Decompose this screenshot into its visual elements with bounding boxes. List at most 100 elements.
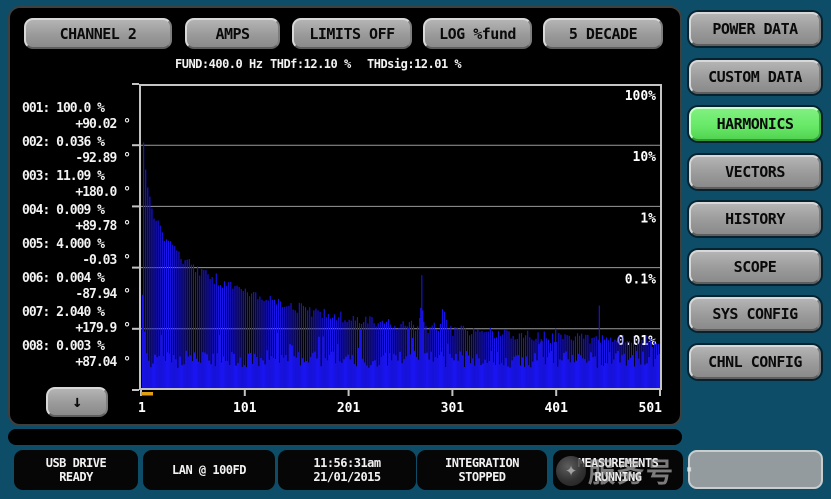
- down-arrow-icon: ↓: [72, 392, 82, 412]
- harmonic-magnitude: 006: 0.004 %: [14, 270, 136, 287]
- harmonic-bar: [503, 365, 504, 389]
- harmonic-bar: [637, 339, 638, 389]
- harmonic-bar: [364, 362, 365, 389]
- harmonic-bar: [319, 337, 320, 389]
- harmonic-bar: [550, 343, 551, 389]
- limits-button[interactable]: LIMITS OFF: [292, 18, 412, 49]
- harmonic-bar: [332, 318, 333, 389]
- scroll-down-button[interactable]: ↓: [46, 387, 108, 417]
- harmonic-bar: [418, 360, 419, 389]
- harmonic-bar: [190, 355, 191, 389]
- sidebar-item-vectors[interactable]: VECTORS: [689, 155, 821, 189]
- harmonic-bar: [408, 328, 409, 389]
- harmonic-bar: [446, 320, 447, 389]
- scale-mode-button[interactable]: LOG %fund: [423, 18, 532, 49]
- harmonic-bar: [415, 331, 416, 389]
- harmonic-phase: -92.89 °: [14, 151, 136, 167]
- harmonic-bar: [559, 359, 560, 389]
- harmonic-bar: [295, 310, 296, 389]
- harmonic-bar: [294, 356, 295, 389]
- harmonic-bar: [286, 306, 287, 389]
- sidebar-item-harmonics[interactable]: HARMONICS: [689, 107, 821, 141]
- harmonic-bar: [392, 328, 393, 389]
- status-line: USB DRIVE: [46, 456, 107, 470]
- harmonic-bar: [377, 367, 378, 389]
- harmonic-bar: [306, 361, 307, 389]
- harmonic-bar: [528, 365, 529, 389]
- status-integration: INTEGRATIONSTOPPED: [417, 450, 547, 490]
- harmonic-bar: [274, 300, 275, 389]
- harmonic-bar: [379, 365, 380, 389]
- screen-bottom-bar: [8, 429, 682, 445]
- units-button[interactable]: AMPS: [185, 18, 280, 49]
- harmonic-bar: [480, 365, 481, 389]
- harmonic-bar: [479, 332, 480, 389]
- harmonic-bar: [507, 367, 508, 390]
- harmonic-bar: [417, 326, 418, 389]
- harmonic-bar: [464, 367, 465, 389]
- sidebar-item-custom-data[interactable]: CUSTOM DATA: [689, 60, 821, 94]
- harmonic-bar: [352, 355, 353, 389]
- harmonic-bar: [501, 363, 502, 389]
- channel-button[interactable]: CHANNEL 2: [24, 18, 172, 49]
- sidebar-item-history[interactable]: HISTORY: [689, 202, 821, 236]
- harmonic-bar: [410, 354, 411, 389]
- sidebar-item-sys-config[interactable]: SYS CONFIG: [689, 297, 821, 331]
- harmonic-bar: [560, 335, 561, 389]
- harmonic-bar: [612, 342, 613, 389]
- harmonic-bar: [430, 327, 431, 389]
- harmonic-bar: [323, 336, 324, 389]
- y-axis-label: 0.1%: [625, 273, 656, 288]
- harmonic-bar: [566, 351, 567, 389]
- harmonic-bar: [630, 358, 631, 389]
- harmonic-bar: [184, 364, 185, 389]
- harmonic-bar: [597, 368, 598, 389]
- harmonic-bar: [204, 353, 205, 389]
- status-line: 11:56:31am: [313, 456, 380, 470]
- harmonic-bar: [519, 333, 520, 389]
- harmonic-bar: [398, 328, 399, 389]
- sidebar-item-chnl-config[interactable]: CHNL CONFIG: [689, 345, 821, 379]
- harmonic-bar: [529, 337, 530, 389]
- harmonic-bar: [404, 359, 405, 389]
- harmonic-bar: [263, 301, 264, 389]
- harmonic-bar: [177, 368, 178, 389]
- harmonic-row-006: 006: 0.004 %-87.94 °: [14, 270, 136, 303]
- harmonic-bar: [551, 351, 552, 389]
- sidebar-item-power-data[interactable]: POWER DATA: [689, 12, 821, 46]
- harmonic-bar: [144, 332, 145, 389]
- harmonic-bar: [149, 197, 150, 389]
- harmonic-bar: [388, 319, 389, 389]
- harmonic-bar: [224, 281, 225, 389]
- harmonic-bar: [252, 364, 253, 389]
- harmonic-bar: [237, 285, 238, 389]
- harmonic-bar: [223, 356, 224, 389]
- harmonic-bar: [215, 366, 216, 389]
- harmonic-bar: [367, 323, 368, 389]
- harmonic-bar: [632, 355, 633, 389]
- instrument-screen: CHANNEL 2 AMPS LIMITS OFF LOG %fund 5 DECADE…: [8, 6, 682, 426]
- harmonic-bar: [565, 334, 566, 389]
- bottom-right-blank-button[interactable]: [688, 450, 823, 489]
- harmonic-bar: [376, 326, 377, 389]
- decade-button[interactable]: 5 DECADE: [543, 18, 663, 49]
- harmonic-bar: [385, 352, 386, 389]
- harmonic-bar: [488, 332, 489, 389]
- harmonic-bar: [535, 339, 536, 389]
- harmonic-bar: [194, 352, 195, 389]
- harmonic-bar: [536, 360, 537, 389]
- harmonic-bar: [422, 310, 423, 389]
- harmonic-bar: [238, 363, 239, 389]
- harmonic-bar: [152, 364, 153, 389]
- harmonic-bar: [481, 331, 482, 389]
- harmonic-bar: [515, 339, 516, 389]
- harmonic-bar: [213, 354, 214, 389]
- harmonic-bar: [355, 321, 356, 389]
- harmonic-bar: [442, 309, 443, 389]
- harmonic-bar: [554, 342, 555, 389]
- harmonic-bar: [462, 355, 463, 389]
- sidebar-item-scope[interactable]: SCOPE: [689, 250, 821, 284]
- y-axis-label: 100%: [625, 89, 656, 104]
- harmonic-bar: [572, 355, 573, 389]
- harmonic-bar: [358, 348, 359, 389]
